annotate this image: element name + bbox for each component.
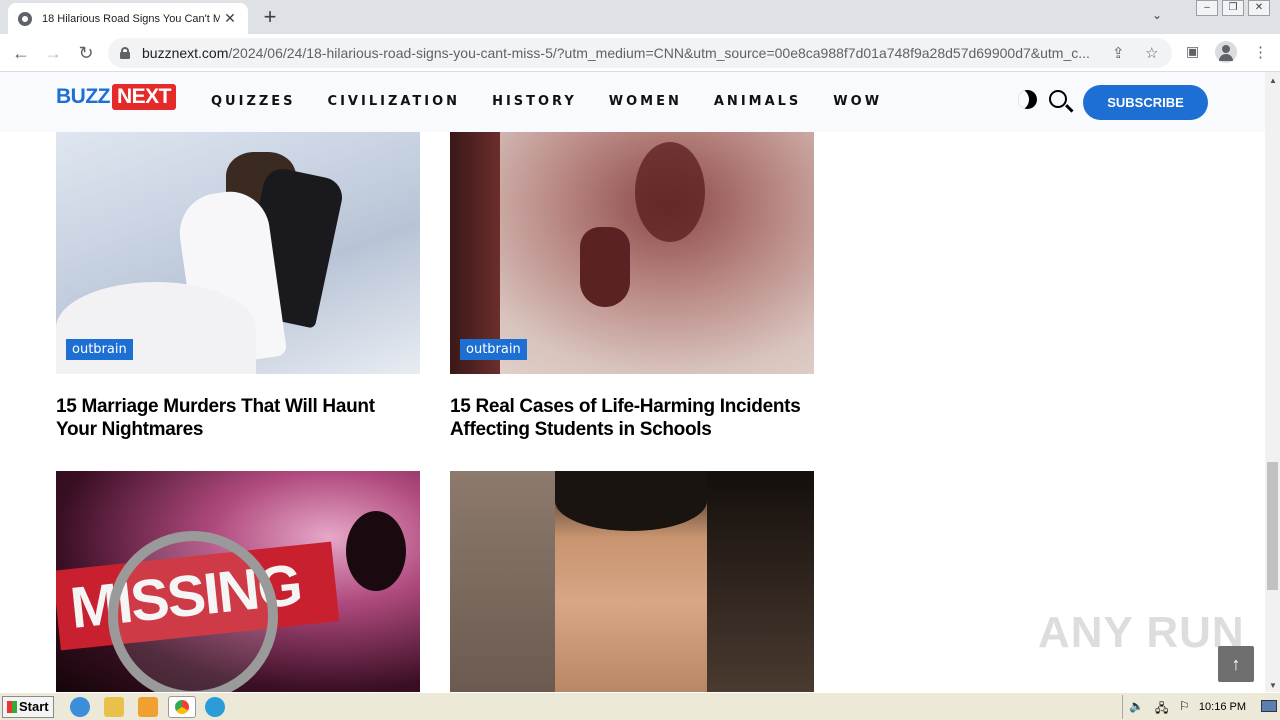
network-icon[interactable]: 🖧 xyxy=(1155,699,1168,720)
bookmark-star-icon[interactable]: ☆ xyxy=(1145,44,1158,62)
dark-mode-toggle-icon[interactable] xyxy=(1018,90,1037,109)
article-image-missing[interactable]: MISSING xyxy=(56,471,420,692)
lock-icon[interactable] xyxy=(120,47,130,59)
tab-search-chevron-icon[interactable]: ⌄ xyxy=(1152,8,1162,22)
main-nav: QUIZZES CIVILIZATION HISTORY WOMEN ANIMA… xyxy=(211,94,914,109)
nav-item-civilization[interactable]: CIVILIZATION xyxy=(328,94,461,109)
source-badge[interactable]: outbrain xyxy=(460,339,527,360)
chrome-taskbar-button[interactable] xyxy=(168,696,196,718)
article-image-wedding[interactable] xyxy=(56,132,420,374)
url-host: buzznext.com xyxy=(142,45,229,61)
flag-icon[interactable]: ⚐ xyxy=(1179,699,1190,713)
start-button[interactable]: Start xyxy=(2,696,54,718)
ie-icon[interactable] xyxy=(70,697,90,717)
logo-text-buzz: BUZZ xyxy=(56,85,111,108)
nav-item-history[interactable]: HISTORY xyxy=(492,94,577,109)
article-card[interactable] xyxy=(450,471,814,692)
menu-kebab-icon[interactable]: ⋮ xyxy=(1253,43,1268,61)
anyrun-watermark: ANY RUN xyxy=(1038,608,1245,657)
page-scrollbar[interactable]: ▲ ▼ xyxy=(1265,72,1280,692)
article-image-celebrity-faces[interactable] xyxy=(450,471,814,692)
forward-arrow-icon[interactable]: → xyxy=(42,42,64,64)
close-window-icon[interactable]: ✕ xyxy=(1248,0,1270,16)
browser-tab-active[interactable]: 18 Hilarious Road Signs You Can't Miss ✕ xyxy=(8,3,248,34)
article-card[interactable]: outbrain 15 Real Cases of Life-Harming I… xyxy=(450,132,814,442)
share-icon[interactable]: ⇪ xyxy=(1112,44,1125,62)
url-text[interactable]: buzznext.com/2024/06/24/18-hilarious-roa… xyxy=(142,45,1102,61)
show-desktop-icon[interactable] xyxy=(1261,700,1277,712)
browser-tab-bar: 18 Hilarious Road Signs You Can't Miss ✕… xyxy=(0,0,1280,34)
minimize-icon[interactable]: – xyxy=(1196,0,1218,16)
scroll-up-arrow-icon[interactable]: ▲ xyxy=(1269,76,1277,85)
nav-item-animals[interactable]: ANIMALS xyxy=(714,94,801,109)
address-bar-row: ← → ↻ buzznext.com/2024/06/24/18-hilario… xyxy=(0,34,1280,72)
chrome-icon xyxy=(174,699,190,715)
logo-text-next: NEXT xyxy=(112,84,177,110)
site-header: BUZZ NEXT QUIZZES CIVILIZATION HISTORY W… xyxy=(0,72,1265,132)
source-badge[interactable]: outbrain xyxy=(66,339,133,360)
scroll-down-arrow-icon[interactable]: ▼ xyxy=(1269,681,1277,690)
new-tab-button[interactable]: + xyxy=(258,6,282,30)
site-logo[interactable]: BUZZ NEXT xyxy=(56,84,177,110)
search-icon[interactable] xyxy=(1049,90,1067,108)
url-path: /2024/06/24/18-hilarious-road-signs-you-… xyxy=(228,45,1090,61)
windows-taskbar: Start 🔈 🖧 ⚐ 10:16 PM xyxy=(0,692,1280,720)
system-tray: 🔈 🖧 ⚐ 10:16 PM xyxy=(1122,695,1280,719)
subscribe-button[interactable]: SUBSCRIBE xyxy=(1083,85,1208,120)
profile-avatar-icon[interactable] xyxy=(1215,41,1237,63)
back-arrow-icon[interactable]: ← xyxy=(10,42,32,64)
back-to-top-button[interactable]: ↑ xyxy=(1218,646,1254,682)
side-panel-icon[interactable]: ▣ xyxy=(1186,43,1199,60)
omnibox[interactable]: buzznext.com/2024/06/24/18-hilarious-roa… xyxy=(108,38,1172,68)
window-controls: – ❐ ✕ xyxy=(1196,0,1270,16)
tab-title: 18 Hilarious Road Signs You Can't Miss xyxy=(42,12,220,25)
article-title[interactable]: 15 Real Cases of Life-Harming Incidents … xyxy=(450,395,814,441)
article-title[interactable]: 15 Marriage Murders That Will Haunt Your… xyxy=(56,395,406,441)
folder-icon[interactable] xyxy=(104,697,124,717)
article-image-shadow-hand[interactable] xyxy=(450,132,814,374)
nav-item-quizzes[interactable]: QUIZZES xyxy=(211,94,296,109)
nav-item-wow[interactable]: WOW xyxy=(833,94,882,109)
article-card[interactable]: MISSING xyxy=(56,471,420,692)
reload-icon[interactable]: ↻ xyxy=(75,42,97,64)
media-player-icon[interactable] xyxy=(138,697,158,717)
article-card[interactable]: outbrain 15 Marriage Murders That Will H… xyxy=(56,132,420,442)
volume-icon[interactable]: 🔈 xyxy=(1129,699,1144,713)
globe-icon xyxy=(18,11,32,26)
restore-icon[interactable]: ❐ xyxy=(1222,0,1244,16)
close-tab-icon[interactable]: ✕ xyxy=(222,10,238,27)
taskbar-clock[interactable]: 10:16 PM xyxy=(1199,701,1246,713)
edge-icon[interactable] xyxy=(205,697,225,717)
scrollbar-thumb[interactable] xyxy=(1267,462,1278,590)
nav-item-women[interactable]: WOMEN xyxy=(609,94,682,109)
